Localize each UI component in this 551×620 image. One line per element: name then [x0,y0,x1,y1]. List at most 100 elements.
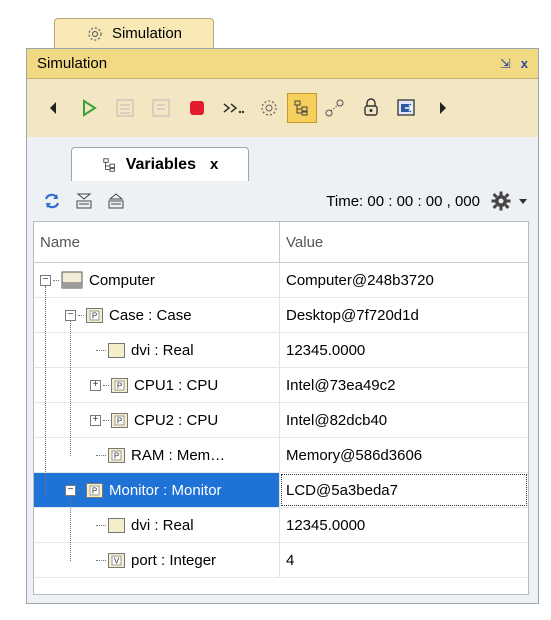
step-over-button[interactable] [143,93,179,123]
lock-button[interactable] [353,93,389,123]
tree-connector [96,524,106,526]
collapse-icon[interactable]: − [65,309,76,321]
row-name-cell[interactable]: − Computer [34,263,280,297]
variables-icon [294,100,308,116]
row-name: Case : Case [109,306,192,324]
table-row[interactable]: − P Case : Case Desktop@7f720d1d [34,298,528,333]
row-value[interactable]: LCD@5a3beda7 [280,473,528,507]
variables-toolbar: Time: 00 : 00 : 00 , 000 [27,181,538,221]
breakpoints-view-button[interactable] [317,93,353,123]
panel-titlebar: Simulation ⇲ x [27,49,538,79]
row-value[interactable]: Intel@73ea49c2 [280,368,528,402]
svg-text:P: P [92,486,97,495]
expand-icon[interactable]: + [90,414,101,426]
step-back-button[interactable] [35,93,71,123]
table-row[interactable]: Vport : Integer 4 [34,543,528,578]
variables-view-button[interactable] [287,93,317,123]
table-row[interactable]: dvi : Real 12345.0000 [34,508,528,543]
tree-connector [103,384,109,386]
row-value[interactable]: 12345.0000 [280,508,528,542]
property-icon [108,517,125,533]
panel-title: Simulation [37,55,108,72]
collapse-icon[interactable]: − [40,274,51,286]
tree-connector [96,349,106,351]
refresh-icon [44,193,60,209]
time-value: 00 : 00 : 00 , 000 [367,192,480,210]
restore-icon[interactable]: ⇲ [500,56,511,72]
column-header-value[interactable]: Value [280,222,528,262]
tree-connector [78,489,84,491]
terminate-icon [190,101,204,115]
row-name: RAM : Mem… [131,446,226,464]
row-name: dvi : Real [131,516,194,534]
step-over-icon [152,99,170,117]
simulation-time: Time: 00 : 00 : 00 , 000 [326,193,480,210]
collapse-all-icon [76,193,92,209]
step-into-icon [116,99,134,117]
expand-all-button[interactable] [101,186,131,216]
variables-tab-icon [103,157,115,172]
value-property-icon: V [108,552,125,568]
close-icon[interactable]: x [521,56,528,71]
tab-variables-label: Variables [125,155,196,173]
svg-text:P: P [92,311,97,320]
terminate-button[interactable] [179,93,215,123]
part-property-icon: P [86,307,103,323]
row-value[interactable]: Intel@82dcb40 [280,403,528,437]
row-value[interactable]: 12345.0000 [280,333,528,367]
breakpoint-button[interactable] [251,93,287,123]
tree-guide-line [45,286,46,496]
svg-text:V: V [114,556,120,565]
step-back-icon [50,102,56,114]
part-property-icon: P [111,412,128,428]
breakpoints-view-icon [325,99,344,117]
tree-connector [103,419,109,421]
tab-variables-close-icon[interactable]: x [210,156,218,173]
table-row[interactable]: − Computer Computer@248b3720 [34,263,528,298]
part-property-icon: P [111,377,128,393]
row-value[interactable]: Memory@586d3606 [280,438,528,472]
table-row[interactable]: − P Monitor : Monitor LCD@5a3beda7 [34,473,528,508]
expand-all-icon [108,193,124,209]
run-icon [83,99,97,117]
collapse-icon[interactable]: − [65,484,76,496]
collapse-all-button[interactable] [67,186,101,216]
chevron-down-icon [519,199,527,204]
step-forward-button[interactable] [425,93,461,123]
tab-simulation-label: Simulation [111,25,183,42]
tree-connector [78,314,84,316]
table-row[interactable]: P RAM : Mem… Memory@586d3606 [34,438,528,473]
tree-guide-line [70,496,71,561]
tree-connector [96,454,106,456]
export-button[interactable] [389,93,425,123]
table-row[interactable]: + P CPU2 : CPU Intel@82dcb40 [34,403,528,438]
table-body: − Computer Computer@248b3720 − P Case : Case D… [34,263,528,578]
refresh-button[interactable] [37,186,67,216]
table-header: Name Value [34,222,528,263]
row-value[interactable]: Desktop@7f720d1d [280,298,528,332]
run-button[interactable] [71,93,107,123]
column-header-name[interactable]: Name [34,222,280,262]
table-row[interactable]: + P CPU1 : CPU Intel@73ea49c2 [34,368,528,403]
step-out-button[interactable] [215,93,251,123]
row-value[interactable]: 4 [280,543,528,577]
part-property-icon: P [86,482,103,498]
tree-connector [96,559,106,561]
row-name: CPU2 : CPU [134,411,219,429]
step-forward-icon [440,102,446,114]
expand-icon[interactable]: + [90,379,101,391]
tree-guide-line [70,321,71,456]
row-value[interactable]: Computer@248b3720 [280,263,528,297]
time-label: Time: [326,192,364,210]
variables-tab-strip: Variables x [27,137,538,181]
tab-simulation[interactable]: Simulation [54,18,214,48]
tab-variables[interactable]: Variables x [71,147,249,181]
table-row[interactable]: dvi : Real 12345.0000 [34,333,528,368]
svg-text:P: P [117,381,122,390]
row-name: Computer [89,271,155,289]
row-name: port : Integer [131,551,217,569]
settings-menu-button[interactable] [490,190,528,212]
step-into-button[interactable] [107,93,143,123]
step-out-icon [223,103,245,114]
row-name: dvi : Real [131,341,194,359]
